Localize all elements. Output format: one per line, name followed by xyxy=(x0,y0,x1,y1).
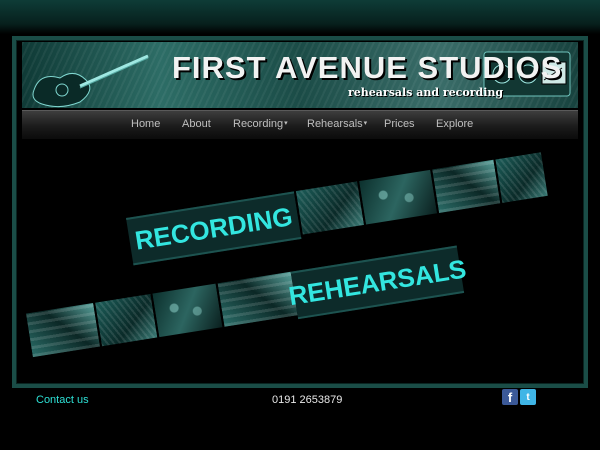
chevron-down-icon: ▾ xyxy=(284,120,288,127)
phone-number: 0191 2653879 xyxy=(272,394,343,406)
site-title: FIRST AVENUE STUDIOS xyxy=(172,50,563,85)
amp-panel-photo xyxy=(150,283,223,338)
drum-kit-photo xyxy=(93,293,158,347)
nav-item-about[interactable]: About xyxy=(182,118,211,130)
nav-item-rehearsals[interactable]: Rehearsals▾ xyxy=(307,118,367,130)
facebook-icon[interactable]: f xyxy=(502,389,518,405)
nav-item-explore[interactable]: Explore xyxy=(436,118,473,130)
rehearsal-room-photo xyxy=(24,303,101,358)
speaker-grille-photo xyxy=(493,152,548,204)
nav-item-home[interactable]: Home xyxy=(131,118,160,130)
contact-us-link[interactable]: Contact us xyxy=(36,394,89,406)
nav-item-prices[interactable]: Prices xyxy=(384,118,415,130)
header-banner[interactable]: FIRST AVENUE STUDIOS rehearsals and reco… xyxy=(22,42,578,108)
mixing-desk-photo xyxy=(293,181,365,235)
guitar-icon xyxy=(32,54,149,108)
nav-item-recording[interactable]: Recording▾ xyxy=(233,118,288,130)
twitter-icon[interactable]: t xyxy=(520,389,536,405)
chevron-down-icon: ▾ xyxy=(363,120,368,127)
main-nav: Home About Recording▾ Rehearsals▾ Prices… xyxy=(22,110,578,139)
guitar-amp-photo xyxy=(430,159,501,214)
site-tagline: rehearsals and recording xyxy=(348,86,504,99)
top-band xyxy=(0,0,600,34)
